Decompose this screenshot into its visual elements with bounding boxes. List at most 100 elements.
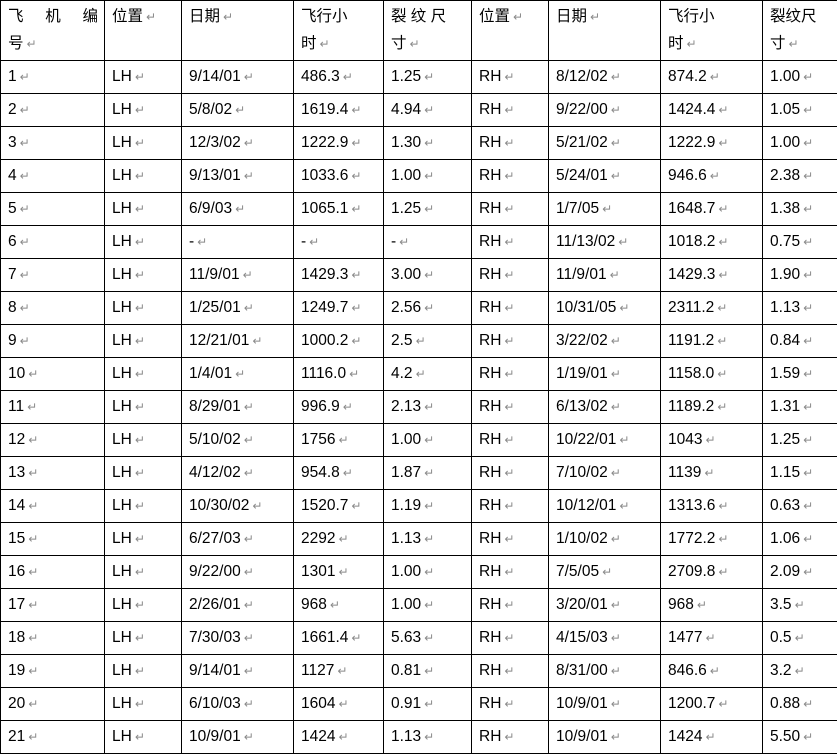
paragraph-mark-icon: ↵ xyxy=(235,202,245,216)
cell-value: 2.09 xyxy=(770,563,800,580)
table-row: 13↵LH↵4/12/02↵954.8↵1.87↵RH↵7/10/02↵1139… xyxy=(1,457,837,490)
paragraph-mark-icon: ↵ xyxy=(28,466,38,480)
cell-aircraft-no: 11↵ xyxy=(1,391,105,424)
column-header-1: 飞 机 编号↵ xyxy=(1,1,105,61)
cell-rh-hours: 968↵ xyxy=(661,589,763,622)
paragraph-mark-icon: ↵ xyxy=(504,697,514,711)
cell-lh-position: LH↵ xyxy=(105,622,182,655)
cell-value: LH xyxy=(112,464,132,481)
header-line: 寸↵ xyxy=(391,30,465,58)
cell-value: 14 xyxy=(8,497,25,514)
cell-value: 1429.3 xyxy=(668,266,715,283)
paragraph-mark-icon: ↵ xyxy=(338,433,348,447)
cell-lh-crack: 1.00↵ xyxy=(384,589,472,622)
cell-lh-crack: 1.30↵ xyxy=(384,127,472,160)
paragraph-mark-icon: ↵ xyxy=(20,334,30,348)
cell-value: 6 xyxy=(8,233,17,250)
cell-lh-date: 7/30/03↵ xyxy=(182,622,294,655)
paragraph-mark-icon: ↵ xyxy=(611,466,621,480)
cell-value: RH xyxy=(479,662,501,679)
paragraph-mark-icon: ↵ xyxy=(235,367,245,381)
cell-lh-date: 6/10/03↵ xyxy=(182,688,294,721)
paragraph-mark-icon: ↵ xyxy=(416,367,426,381)
cell-value: 1249.7 xyxy=(301,299,348,316)
cell-value: 0.75 xyxy=(770,233,800,250)
paragraph-mark-icon: ↵ xyxy=(135,631,145,645)
cell-value: 3/22/02 xyxy=(556,332,608,349)
cell-lh-date: 11/9/01↵ xyxy=(182,259,294,292)
cell-value: 6/13/02 xyxy=(556,398,608,415)
column-header-7: 日期↵ xyxy=(549,1,661,61)
table-row: 16↵LH↵9/22/00↵1301↵1.00↵RH↵7/5/05↵2709.8… xyxy=(1,556,837,589)
cell-lh-hours: 968↵ xyxy=(294,589,384,622)
cell-value: 0.84 xyxy=(770,332,800,349)
cell-value: 1.00 xyxy=(770,68,800,85)
cell-value: 5.63 xyxy=(391,629,421,646)
cell-value: 5/8/02 xyxy=(189,101,232,118)
paragraph-mark-icon: ↵ xyxy=(504,301,514,315)
cell-rh-crack: 0.88↵ xyxy=(763,688,837,721)
paragraph-mark-icon: ↵ xyxy=(244,136,254,150)
column-header-6: 位置↵ xyxy=(472,1,549,61)
cell-value: 11/9/01 xyxy=(556,266,607,283)
paragraph-mark-icon: ↵ xyxy=(343,400,353,414)
cell-rh-hours: 1477↵ xyxy=(661,622,763,655)
cell-rh-position: RH↵ xyxy=(472,94,549,127)
cell-lh-date: 10/30/02↵ xyxy=(182,490,294,523)
cell-value: 7 xyxy=(8,266,17,283)
cell-value: 13 xyxy=(8,464,25,481)
paragraph-mark-icon: ↵ xyxy=(803,730,813,744)
paragraph-mark-icon: ↵ xyxy=(611,664,621,678)
cell-rh-position: RH↵ xyxy=(472,424,549,457)
cell-value: 7/5/05 xyxy=(556,563,599,580)
paragraph-mark-icon: ↵ xyxy=(424,631,434,645)
paragraph-mark-icon: ↵ xyxy=(135,235,145,249)
paragraph-mark-icon: ↵ xyxy=(424,103,434,117)
cell-lh-date: 1/4/01↵ xyxy=(182,358,294,391)
table-row: 18↵LH↵7/30/03↵1661.4↵5.63↵RH↵4/15/03↵147… xyxy=(1,622,837,655)
header-line: 时↵ xyxy=(301,30,377,58)
paragraph-mark-icon: ↵ xyxy=(399,235,409,249)
cell-lh-hours: 1127↵ xyxy=(294,655,384,688)
paragraph-mark-icon: ↵ xyxy=(244,664,254,678)
paragraph-mark-icon: ↵ xyxy=(424,697,434,711)
cell-rh-hours: 1191.2↵ xyxy=(661,325,763,358)
cell-lh-crack: 1.00↵ xyxy=(384,424,472,457)
cell-lh-crack: 1.25↵ xyxy=(384,61,472,94)
cell-value: 1/10/02 xyxy=(556,530,608,547)
cell-value: RH xyxy=(479,200,501,217)
cell-value: 1301 xyxy=(301,563,335,580)
cell-rh-date: 11/13/02↵ xyxy=(549,226,661,259)
cell-value: 1/25/01 xyxy=(189,299,241,316)
paragraph-mark-icon: ↵ xyxy=(135,433,145,447)
cell-rh-date: 1/19/01↵ xyxy=(549,358,661,391)
paragraph-mark-icon: ↵ xyxy=(244,70,254,84)
paragraph-mark-icon: ↵ xyxy=(803,268,813,282)
cell-rh-date: 1/7/05↵ xyxy=(549,193,661,226)
paragraph-mark-icon: ↵ xyxy=(135,70,145,84)
cell-rh-position: RH↵ xyxy=(472,292,549,325)
cell-rh-position: RH↵ xyxy=(472,61,549,94)
cell-value: 4/15/03 xyxy=(556,629,608,646)
paragraph-mark-icon: ↵ xyxy=(338,565,348,579)
table-row: 2↵LH↵5/8/02↵1619.4↵4.94↵RH↵9/22/00↵1424.… xyxy=(1,94,837,127)
cell-aircraft-no: 6↵ xyxy=(1,226,105,259)
paragraph-mark-icon: ↵ xyxy=(504,70,514,84)
table-row: 20↵LH↵6/10/03↵1604↵0.91↵RH↵10/9/01↵1200.… xyxy=(1,688,837,721)
cell-value: RH xyxy=(479,233,501,250)
paragraph-mark-icon: ↵ xyxy=(244,697,254,711)
cell-value: 1.31 xyxy=(770,398,800,415)
cell-value: 8 xyxy=(8,299,17,316)
paragraph-mark-icon: ↵ xyxy=(28,433,38,447)
cell-value: 6/27/03 xyxy=(189,530,241,547)
paragraph-mark-icon: ↵ xyxy=(619,301,629,315)
paragraph-mark-icon: ↵ xyxy=(611,169,621,183)
cell-value: 1/4/01 xyxy=(189,365,232,382)
cell-value: 21 xyxy=(8,728,25,745)
paragraph-mark-icon: ↵ xyxy=(803,367,813,381)
cell-value: RH xyxy=(479,629,501,646)
cell-value: 1/19/01 xyxy=(556,365,608,382)
cell-rh-crack: 1.59↵ xyxy=(763,358,837,391)
cell-rh-crack: 1.90↵ xyxy=(763,259,837,292)
paragraph-mark-icon: ↵ xyxy=(504,664,514,678)
